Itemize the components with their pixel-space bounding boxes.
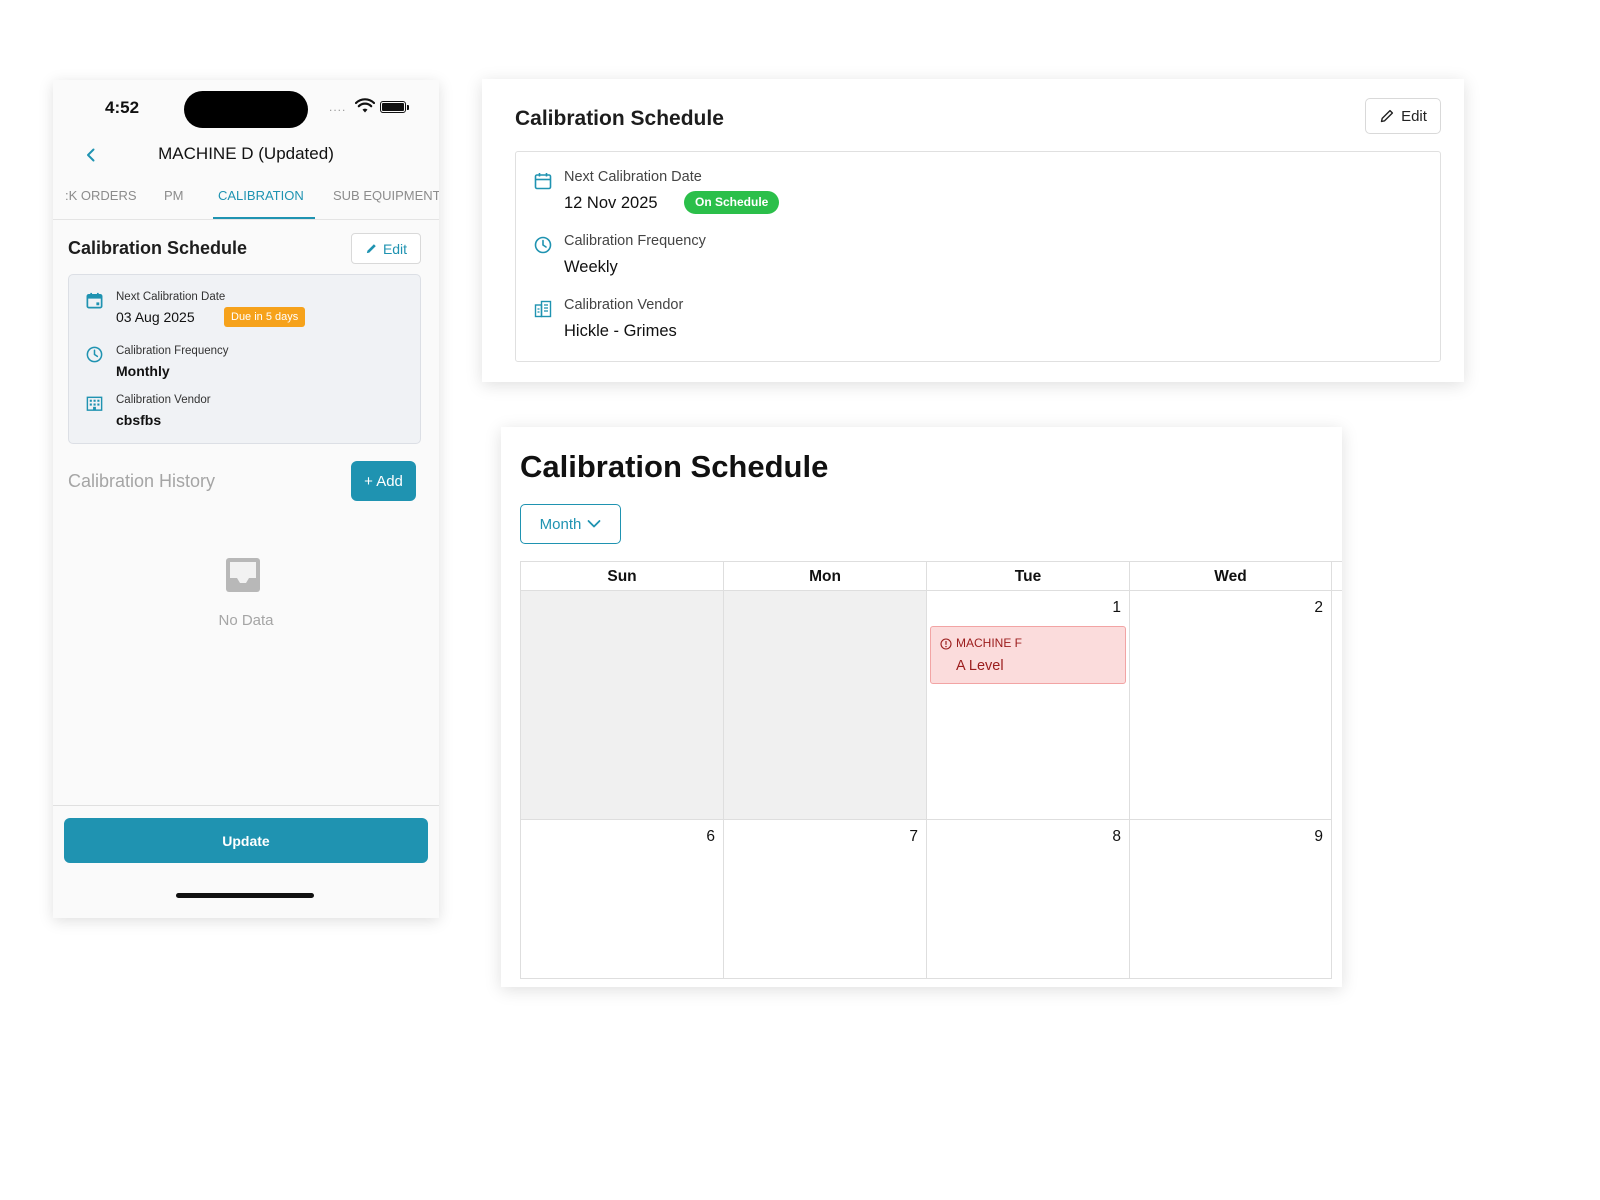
summary-title: Calibration Schedule: [515, 107, 724, 130]
tab-work-orders[interactable]: :K ORDERS: [65, 188, 137, 203]
calendar-icon: [534, 173, 552, 190]
day-cell[interactable]: 6: [520, 820, 723, 979]
summary-vendor-label: Calibration Vendor: [564, 297, 684, 313]
empty-state-text: No Data: [218, 612, 274, 629]
section-title: Calibration Schedule: [68, 238, 248, 258]
frequency-label: Calibration Frequency: [116, 345, 229, 357]
add-history-button[interactable]: + Add: [351, 461, 416, 501]
frequency-value: Monthly: [116, 363, 170, 379]
summary-edit-label: Edit: [1401, 107, 1427, 125]
signal-icon: ....: [329, 100, 347, 114]
page-title: MACHINE D (Updated): [158, 144, 334, 163]
day-cell[interactable]: 8: [926, 820, 1129, 979]
mobile-screen: 4:52 .... MACHINE D (Updated) :K ORDERS …: [53, 80, 439, 918]
alert-circle-icon: [940, 638, 952, 650]
next-date-label: Next Calibration Date: [116, 291, 226, 303]
weekday-mon: Mon: [723, 562, 926, 591]
calendar-card: Calibration Schedule Month Sun Mon Tue W…: [501, 427, 1342, 987]
history-title: Calibration History: [68, 471, 216, 491]
tab-bar: :K ORDERS PM CALIBRATION SUB EQUIPMENT: [53, 182, 439, 220]
weekday-sun: Sun: [520, 562, 723, 591]
day-cell-empty: [723, 591, 926, 820]
vendor-label: Calibration Vendor: [116, 394, 211, 406]
weekday-header: Sun Mon Tue Wed: [520, 561, 1342, 591]
tab-pm[interactable]: PM: [164, 188, 184, 203]
status-time: 4:52: [105, 98, 140, 117]
next-date-value: 03 Aug 2025: [116, 309, 195, 325]
event-subtitle: A Level: [956, 658, 1004, 674]
battery-icon: [380, 101, 406, 113]
day-number: 9: [1314, 828, 1323, 845]
calendar-icon: [86, 292, 103, 309]
summary-panel: Next Calibration Date 12 Nov 2025 On Sch…: [515, 151, 1441, 362]
building-icon: [86, 396, 103, 411]
calendar-title: Calibration Schedule: [520, 449, 829, 484]
wifi-icon: [355, 98, 375, 113]
battery-tip: [407, 105, 409, 110]
chevron-down-icon: [587, 520, 601, 528]
event-title: MACHINE F: [956, 636, 1022, 650]
active-tab-indicator: [213, 217, 315, 219]
summary-next-date-value: 12 Nov 2025: [564, 194, 658, 212]
day-cell-empty: [520, 591, 723, 820]
day-number: 6: [706, 828, 715, 845]
clock-icon: [534, 236, 552, 254]
edit-button-label: Edit: [382, 240, 408, 257]
day-cell[interactable]: 9: [1129, 820, 1332, 979]
view-select[interactable]: Month: [520, 504, 621, 544]
schedule-summary-card: Calibration Schedule Edit Next Calibrati…: [482, 79, 1464, 382]
status-bar: 4:52 ....: [53, 80, 439, 135]
weekday-wed: Wed: [1129, 562, 1332, 591]
pencil-icon: [366, 244, 376, 254]
summary-edit-button[interactable]: Edit: [1365, 98, 1441, 134]
dynamic-island: [184, 91, 308, 128]
tab-calibration[interactable]: CALIBRATION: [218, 188, 304, 203]
summary-frequency-label: Calibration Frequency: [564, 233, 706, 249]
nav-bar: MACHINE D (Updated): [53, 135, 439, 175]
day-cell[interactable]: 2: [1129, 591, 1332, 820]
summary-next-date-label: Next Calibration Date: [564, 169, 702, 185]
footer: Update: [53, 805, 439, 918]
summary-vendor-value: Hickle - Grimes: [564, 322, 677, 340]
vendor-value: cbsfbs: [116, 412, 162, 428]
weekday-tue: Tue: [926, 562, 1129, 591]
day-cell[interactable]: 1 MACHINE F A Level: [926, 591, 1129, 820]
summary-frequency-value: Weekly: [564, 258, 618, 276]
day-number: 1: [1112, 599, 1121, 616]
tab-sub-equipment[interactable]: SUB EQUIPMENT: [333, 188, 439, 203]
update-button[interactable]: Update: [64, 818, 428, 863]
building-icon: [534, 300, 552, 318]
day-number: 8: [1112, 828, 1121, 845]
inbox-icon: [226, 558, 260, 592]
edit-button[interactable]: Edit: [351, 233, 421, 264]
home-indicator: [176, 893, 314, 898]
day-number: 7: [909, 828, 918, 845]
due-badge: Due in 5 days: [224, 307, 306, 327]
day-cell[interactable]: 7: [723, 820, 926, 979]
calendar-event[interactable]: MACHINE F A Level: [930, 626, 1126, 684]
day-number: 2: [1314, 599, 1323, 616]
clock-icon: [86, 346, 103, 363]
view-select-label: Month: [539, 515, 582, 533]
status-badge: On Schedule: [684, 191, 780, 214]
schedule-card: Next Calibration Date 03 Aug 2025 Due in…: [68, 274, 421, 444]
pencil-icon: [1380, 109, 1394, 123]
